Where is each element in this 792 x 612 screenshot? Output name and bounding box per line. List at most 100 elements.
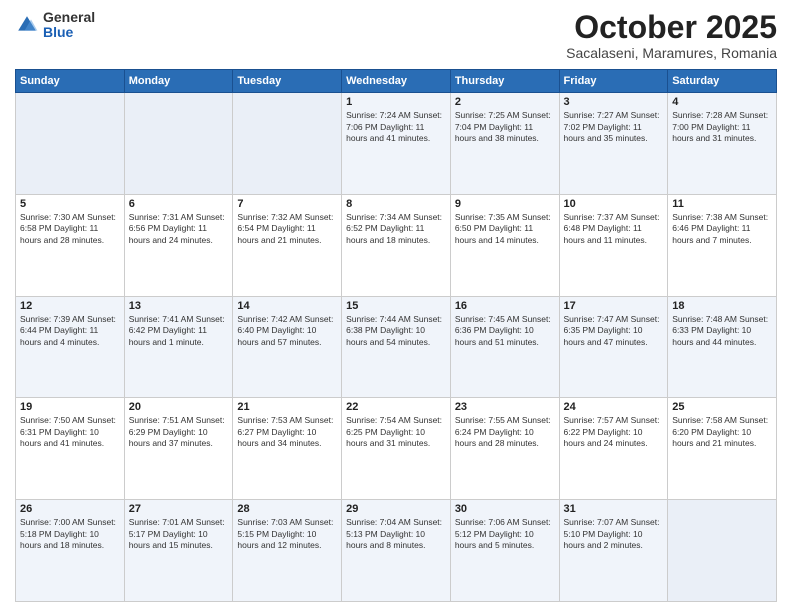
day-number: 23	[455, 401, 555, 413]
calendar-week-row: 1 Sunrise: 7:24 AM Sunset: 7:06 PM Daylig…	[16, 93, 777, 195]
day-info: Sunrise: 7:50 AM Sunset: 6:31 PM Dayligh…	[20, 415, 120, 449]
day-info: Sunrise: 7:41 AM Sunset: 6:42 PM Dayligh…	[129, 314, 229, 348]
day-number: 31	[564, 503, 664, 515]
calendar-day-cell: 4Sunrise: 7:28 AM Sunset: 7:00 PM Daylig…	[668, 93, 777, 195]
day-number: 9	[455, 198, 555, 210]
day-number: 24	[564, 401, 664, 413]
day-number: 8	[346, 198, 446, 210]
day-number: 21	[237, 401, 337, 413]
header: General Blue October 2025 Sacalaseni, Ma…	[15, 10, 777, 61]
day-number: 7	[237, 198, 337, 210]
day-number: 25	[672, 401, 772, 413]
calendar-week-row: 19 Sunrise: 7:50 AM Sunset: 6:31 PM Dayli…	[16, 398, 777, 500]
calendar-day-cell: 1 Sunrise: 7:24 AM Sunset: 7:06 PM Daylig…	[342, 93, 451, 195]
day-info: Sunrise: 7:38 AM Sunset: 6:46 PM Dayligh…	[672, 212, 772, 246]
day-info: Sunrise: 7:32 AM Sunset: 6:54 PM Dayligh…	[237, 212, 337, 246]
calendar-day-cell	[16, 93, 125, 195]
day-number: 15	[346, 300, 446, 312]
day-info: Sunrise: 7:06 AM Sunset: 5:12 PM Dayligh…	[455, 517, 555, 551]
day-info: Sunrise: 7:48 AM Sunset: 6:33 PM Dayligh…	[672, 314, 772, 348]
calendar-day-cell: 22 Sunrise: 7:54 AM Sunset: 6:25 PM Dayli…	[342, 398, 451, 500]
day-info: Sunrise: 7:58 AM Sunset: 6:20 PM Dayligh…	[672, 415, 772, 449]
calendar-day-cell: 9 Sunrise: 7:35 AM Sunset: 6:50 PM Daylig…	[450, 194, 559, 296]
day-info: Sunrise: 7:07 AM Sunset: 5:10 PM Dayligh…	[564, 517, 664, 551]
day-info: Sunrise: 7:34 AM Sunset: 6:52 PM Dayligh…	[346, 212, 446, 246]
weekday-header: Sunday	[16, 70, 125, 93]
day-info: Sunrise: 7:35 AM Sunset: 6:50 PM Dayligh…	[455, 212, 555, 246]
calendar-day-cell	[233, 93, 342, 195]
calendar-day-cell: 16 Sunrise: 7:45 AM Sunset: 6:36 PM Dayli…	[450, 296, 559, 398]
logo-general: General	[43, 10, 95, 25]
day-info: Sunrise: 7:42 AM Sunset: 6:40 PM Dayligh…	[237, 314, 337, 348]
day-number: 3	[564, 96, 664, 108]
calendar-day-cell: 20 Sunrise: 7:51 AM Sunset: 6:29 PM Dayli…	[124, 398, 233, 500]
calendar-day-cell: 27 Sunrise: 7:01 AM Sunset: 5:17 PM Dayli…	[124, 500, 233, 602]
day-number: 13	[129, 300, 229, 312]
weekday-header: Saturday	[668, 70, 777, 93]
calendar-day-cell: 3 Sunrise: 7:27 AM Sunset: 7:02 PM Daylig…	[559, 93, 668, 195]
day-info: Sunrise: 7:31 AM Sunset: 6:56 PM Dayligh…	[129, 212, 229, 246]
calendar-day-cell: 25 Sunrise: 7:58 AM Sunset: 6:20 PM Dayli…	[668, 398, 777, 500]
day-info: Sunrise: 7:53 AM Sunset: 6:27 PM Dayligh…	[237, 415, 337, 449]
calendar-day-cell: 30 Sunrise: 7:06 AM Sunset: 5:12 PM Dayli…	[450, 500, 559, 602]
page: General Blue October 2025 Sacalaseni, Ma…	[0, 0, 792, 612]
logo: General Blue	[15, 10, 95, 41]
calendar-week-row: 12 Sunrise: 7:39 AM Sunset: 6:44 PM Dayli…	[16, 296, 777, 398]
calendar-day-cell: 8 Sunrise: 7:34 AM Sunset: 6:52 PM Daylig…	[342, 194, 451, 296]
weekday-header: Friday	[559, 70, 668, 93]
day-info: Sunrise: 7:03 AM Sunset: 5:15 PM Dayligh…	[237, 517, 337, 551]
calendar-day-cell: 29Sunrise: 7:04 AM Sunset: 5:13 PM Dayli…	[342, 500, 451, 602]
calendar-day-cell: 10 Sunrise: 7:37 AM Sunset: 6:48 PM Dayli…	[559, 194, 668, 296]
day-info: Sunrise: 7:00 AM Sunset: 5:18 PM Dayligh…	[20, 517, 120, 551]
calendar-day-cell: 11 Sunrise: 7:38 AM Sunset: 6:46 PM Dayli…	[668, 194, 777, 296]
day-number: 27	[129, 503, 229, 515]
weekday-header: Wednesday	[342, 70, 451, 93]
day-number: 6	[129, 198, 229, 210]
day-info: Sunrise: 7:47 AM Sunset: 6:35 PM Dayligh…	[564, 314, 664, 348]
weekday-header: Tuesday	[233, 70, 342, 93]
calendar-day-cell	[124, 93, 233, 195]
day-info: Sunrise: 7:24 AM Sunset: 7:06 PM Dayligh…	[346, 110, 446, 144]
day-number: 10	[564, 198, 664, 210]
day-info: Sunrise: 7:27 AM Sunset: 7:02 PM Dayligh…	[564, 110, 664, 144]
location: Sacalaseni, Maramures, Romania	[566, 45, 777, 61]
calendar-day-cell: 31 Sunrise: 7:07 AM Sunset: 5:10 PM Dayli…	[559, 500, 668, 602]
day-number: 14	[237, 300, 337, 312]
day-number: 16	[455, 300, 555, 312]
day-number: 19	[20, 401, 120, 413]
calendar-day-cell: 15Sunrise: 7:44 AM Sunset: 6:38 PM Dayli…	[342, 296, 451, 398]
day-info: Sunrise: 7:30 AM Sunset: 6:58 PM Dayligh…	[20, 212, 120, 246]
day-number: 5	[20, 198, 120, 210]
day-number: 4	[672, 96, 772, 108]
day-info: Sunrise: 7:37 AM Sunset: 6:48 PM Dayligh…	[564, 212, 664, 246]
weekday-header: Monday	[124, 70, 233, 93]
calendar-day-cell: 21 Sunrise: 7:53 AM Sunset: 6:27 PM Dayli…	[233, 398, 342, 500]
calendar-day-cell: 26Sunrise: 7:00 AM Sunset: 5:18 PM Dayli…	[16, 500, 125, 602]
logo-icon	[15, 13, 39, 37]
calendar-day-cell: 17Sunrise: 7:47 AM Sunset: 6:35 PM Dayli…	[559, 296, 668, 398]
day-info: Sunrise: 7:55 AM Sunset: 6:24 PM Dayligh…	[455, 415, 555, 449]
day-number: 20	[129, 401, 229, 413]
logo-text: General Blue	[43, 10, 95, 41]
day-info: Sunrise: 7:54 AM Sunset: 6:25 PM Dayligh…	[346, 415, 446, 449]
day-number: 30	[455, 503, 555, 515]
day-number: 12	[20, 300, 120, 312]
day-number: 11	[672, 198, 772, 210]
title-block: October 2025 Sacalaseni, Maramures, Roma…	[566, 10, 777, 61]
calendar-day-cell: 12 Sunrise: 7:39 AM Sunset: 6:44 PM Dayli…	[16, 296, 125, 398]
calendar-day-cell: 14 Sunrise: 7:42 AM Sunset: 6:40 PM Dayli…	[233, 296, 342, 398]
day-info: Sunrise: 7:45 AM Sunset: 6:36 PM Dayligh…	[455, 314, 555, 348]
calendar-day-cell: 28Sunrise: 7:03 AM Sunset: 5:15 PM Dayli…	[233, 500, 342, 602]
calendar-day-cell: 2Sunrise: 7:25 AM Sunset: 7:04 PM Daylig…	[450, 93, 559, 195]
day-number: 2	[455, 96, 555, 108]
day-info: Sunrise: 7:51 AM Sunset: 6:29 PM Dayligh…	[129, 415, 229, 449]
day-number: 22	[346, 401, 446, 413]
day-info: Sunrise: 7:01 AM Sunset: 5:17 PM Dayligh…	[129, 517, 229, 551]
calendar-week-row: 26Sunrise: 7:00 AM Sunset: 5:18 PM Dayli…	[16, 500, 777, 602]
day-number: 1	[346, 96, 446, 108]
day-info: Sunrise: 7:57 AM Sunset: 6:22 PM Dayligh…	[564, 415, 664, 449]
calendar-day-cell: 23 Sunrise: 7:55 AM Sunset: 6:24 PM Dayli…	[450, 398, 559, 500]
day-info: Sunrise: 7:39 AM Sunset: 6:44 PM Dayligh…	[20, 314, 120, 348]
calendar-day-cell: 13 Sunrise: 7:41 AM Sunset: 6:42 PM Dayli…	[124, 296, 233, 398]
day-info: Sunrise: 7:04 AM Sunset: 5:13 PM Dayligh…	[346, 517, 446, 551]
